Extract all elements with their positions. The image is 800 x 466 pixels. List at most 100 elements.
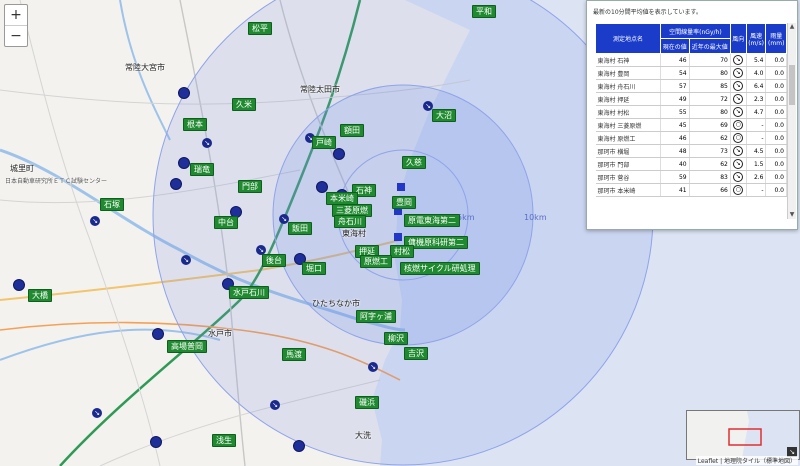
table-row[interactable]: 東海村 押延 49 72 ↘ 2.3 0.0 <box>595 92 787 106</box>
station-label[interactable]: 原電東海第二 <box>404 214 460 227</box>
scroll-thumb[interactable] <box>789 65 795 105</box>
monitoring-point-marker[interactable] <box>152 328 164 340</box>
cell-current: 45 <box>660 118 690 132</box>
table-row[interactable]: 那珂市 門部 40 62 ↘ 1.5 0.0 <box>595 157 787 171</box>
station-label[interactable]: 戸崎 <box>312 136 336 149</box>
station-label[interactable]: 水戸石川 <box>229 286 269 299</box>
cell-max: 62 <box>689 157 731 171</box>
station-label[interactable]: 門部 <box>238 180 262 193</box>
station-label[interactable]: 松平 <box>248 22 272 35</box>
cell-current: 55 <box>660 105 690 119</box>
station-label[interactable]: 久米 <box>232 98 256 111</box>
table-row[interactable]: 東海村 三菱原燃 45 69 ○ -0.0 <box>595 118 787 132</box>
cell-direction: ↘ <box>730 66 747 80</box>
station-label[interactable]: 豊岡 <box>392 196 416 209</box>
cell-rain: 0.0 <box>765 170 787 184</box>
col-speed-unit: (m/s) <box>748 39 764 47</box>
monitoring-point-marker[interactable] <box>333 148 345 160</box>
wind-arrow-icon: ↘ <box>733 81 744 91</box>
station-label[interactable]: 根本 <box>183 118 207 131</box>
zoom-control: + − <box>4 4 28 47</box>
cell-rain: 0.0 <box>765 131 787 145</box>
cell-direction: ↘ <box>730 144 747 158</box>
place-label: 常陸大宮市 <box>125 63 165 72</box>
station-label[interactable]: 村松 <box>390 245 414 258</box>
cell-speed: 5.4 <box>746 53 767 67</box>
cell-rain: 0.0 <box>765 157 787 171</box>
calm-icon: ○ <box>733 185 744 195</box>
monitoring-point-marker[interactable] <box>178 87 190 99</box>
station-label[interactable]: 飯田 <box>288 222 312 235</box>
cell-direction: ↘ <box>730 79 747 93</box>
station-label[interactable]: 後台 <box>262 254 286 267</box>
monitoring-point-marker[interactable] <box>178 157 190 169</box>
station-label[interactable]: 瑞竜 <box>190 163 214 176</box>
cell-max: 85 <box>689 79 731 93</box>
wind-arrow-icon: ↘ <box>733 159 744 169</box>
cell-speed: 4.5 <box>746 144 767 158</box>
station-label[interactable]: 阿字ヶ浦 <box>356 310 396 323</box>
station-label[interactable]: 柳沢 <box>384 332 408 345</box>
station-label[interactable]: 吉沢 <box>404 347 428 360</box>
cell-location: 那珂市 横堀 <box>595 144 661 158</box>
facility-marker[interactable] <box>394 233 402 241</box>
cell-location: 東海村 石神 <box>595 53 661 67</box>
station-label[interactable]: 中台 <box>214 216 238 229</box>
table-row[interactable]: 那珂市 横堀 48 73 ↘ 4.5 0.0 <box>595 144 787 158</box>
cell-direction: ○ <box>730 131 747 145</box>
monitoring-point-marker[interactable] <box>293 440 305 452</box>
minimap[interactable]: ↘ <box>686 410 800 460</box>
wind-direction-icon[interactable]: ↘ <box>92 408 102 418</box>
table-row[interactable]: 那珂市 菅谷 59 83 ↘ 2.6 0.0 <box>595 170 787 184</box>
table-row[interactable]: 東海村 原燃工 46 62 ○ -0.0 <box>595 131 787 145</box>
monitoring-point-marker[interactable] <box>13 279 25 291</box>
station-label[interactable]: 馬渡 <box>282 348 306 361</box>
cell-speed: 4.7 <box>746 105 767 119</box>
zoom-in-button[interactable]: + <box>5 5 27 26</box>
wind-direction-icon[interactable]: ↘ <box>90 216 100 226</box>
station-label[interactable]: 浅生 <box>212 434 236 447</box>
station-label[interactable]: 高場普岡 <box>167 340 207 353</box>
table-scrollbar[interactable]: ▲ ▼ <box>787 23 796 219</box>
cell-direction: ↘ <box>730 157 747 171</box>
station-label[interactable]: 大橋 <box>28 289 52 302</box>
station-label[interactable]: 核燃サイクル研処理 <box>400 262 480 275</box>
wind-direction-icon[interactable]: ↘ <box>181 255 191 265</box>
table-row[interactable]: 東海村 石神 46 70 ↘ 5.4 0.0 <box>595 53 787 67</box>
cell-max: 80 <box>689 66 731 80</box>
station-label[interactable]: 磯浜 <box>355 396 379 409</box>
table-row[interactable]: 那珂市 本米崎 41 66 ○ -0.0 <box>595 183 787 197</box>
monitoring-point-marker[interactable] <box>170 178 182 190</box>
cell-location: 東海村 村松 <box>595 105 661 119</box>
station-label[interactable]: 舟石川 <box>334 215 366 228</box>
scroll-down-icon[interactable]: ▼ <box>788 211 796 219</box>
monitoring-point-marker[interactable] <box>150 436 162 448</box>
cell-direction: ↘ <box>730 92 747 106</box>
station-label[interactable]: 大沼 <box>432 109 456 122</box>
table-row[interactable]: 東海村 舟石川 57 85 ↘ 6.4 0.0 <box>595 79 787 93</box>
wind-direction-icon[interactable]: ↘ <box>368 362 378 372</box>
measurement-table-wrap: 測定地点名 空間線量率(nGy/h) 風向 風速 (m/s) 雨量 (mm) 現… <box>595 23 787 219</box>
wind-arrow-icon: ↘ <box>733 107 744 117</box>
place-label: 日本自動車研究所ＥＴＣ試験センター <box>5 178 108 185</box>
cell-rain: 0.0 <box>765 92 787 106</box>
scroll-up-icon[interactable]: ▲ <box>788 23 796 31</box>
cell-current: 46 <box>660 131 690 145</box>
wind-direction-icon[interactable]: ↘ <box>202 138 212 148</box>
col-location-header: 測定地点名 <box>595 23 661 54</box>
table-row[interactable]: 東海村 豊岡 54 80 ↘ 4.0 0.0 <box>595 66 787 80</box>
facility-marker[interactable] <box>397 183 405 191</box>
station-label[interactable]: 堀口 <box>302 262 326 275</box>
station-label[interactable]: 原燃工 <box>360 255 392 268</box>
station-label[interactable]: 久慈 <box>402 156 426 169</box>
map-attribution: Leaflet | 地理院タイル（標準地図） <box>695 456 798 465</box>
wind-direction-icon[interactable]: ↘ <box>270 400 280 410</box>
table-row[interactable]: 東海村 村松 55 80 ↘ 4.7 0.0 <box>595 105 787 119</box>
station-label[interactable]: 石塚 <box>100 198 124 211</box>
zoom-out-button[interactable]: − <box>5 26 27 46</box>
cell-current: 57 <box>660 79 690 93</box>
station-label[interactable]: 平和 <box>472 5 496 18</box>
cell-location: 那珂市 門部 <box>595 157 661 171</box>
station-label[interactable]: 額田 <box>340 124 364 137</box>
cell-location: 東海村 舟石川 <box>595 79 661 93</box>
